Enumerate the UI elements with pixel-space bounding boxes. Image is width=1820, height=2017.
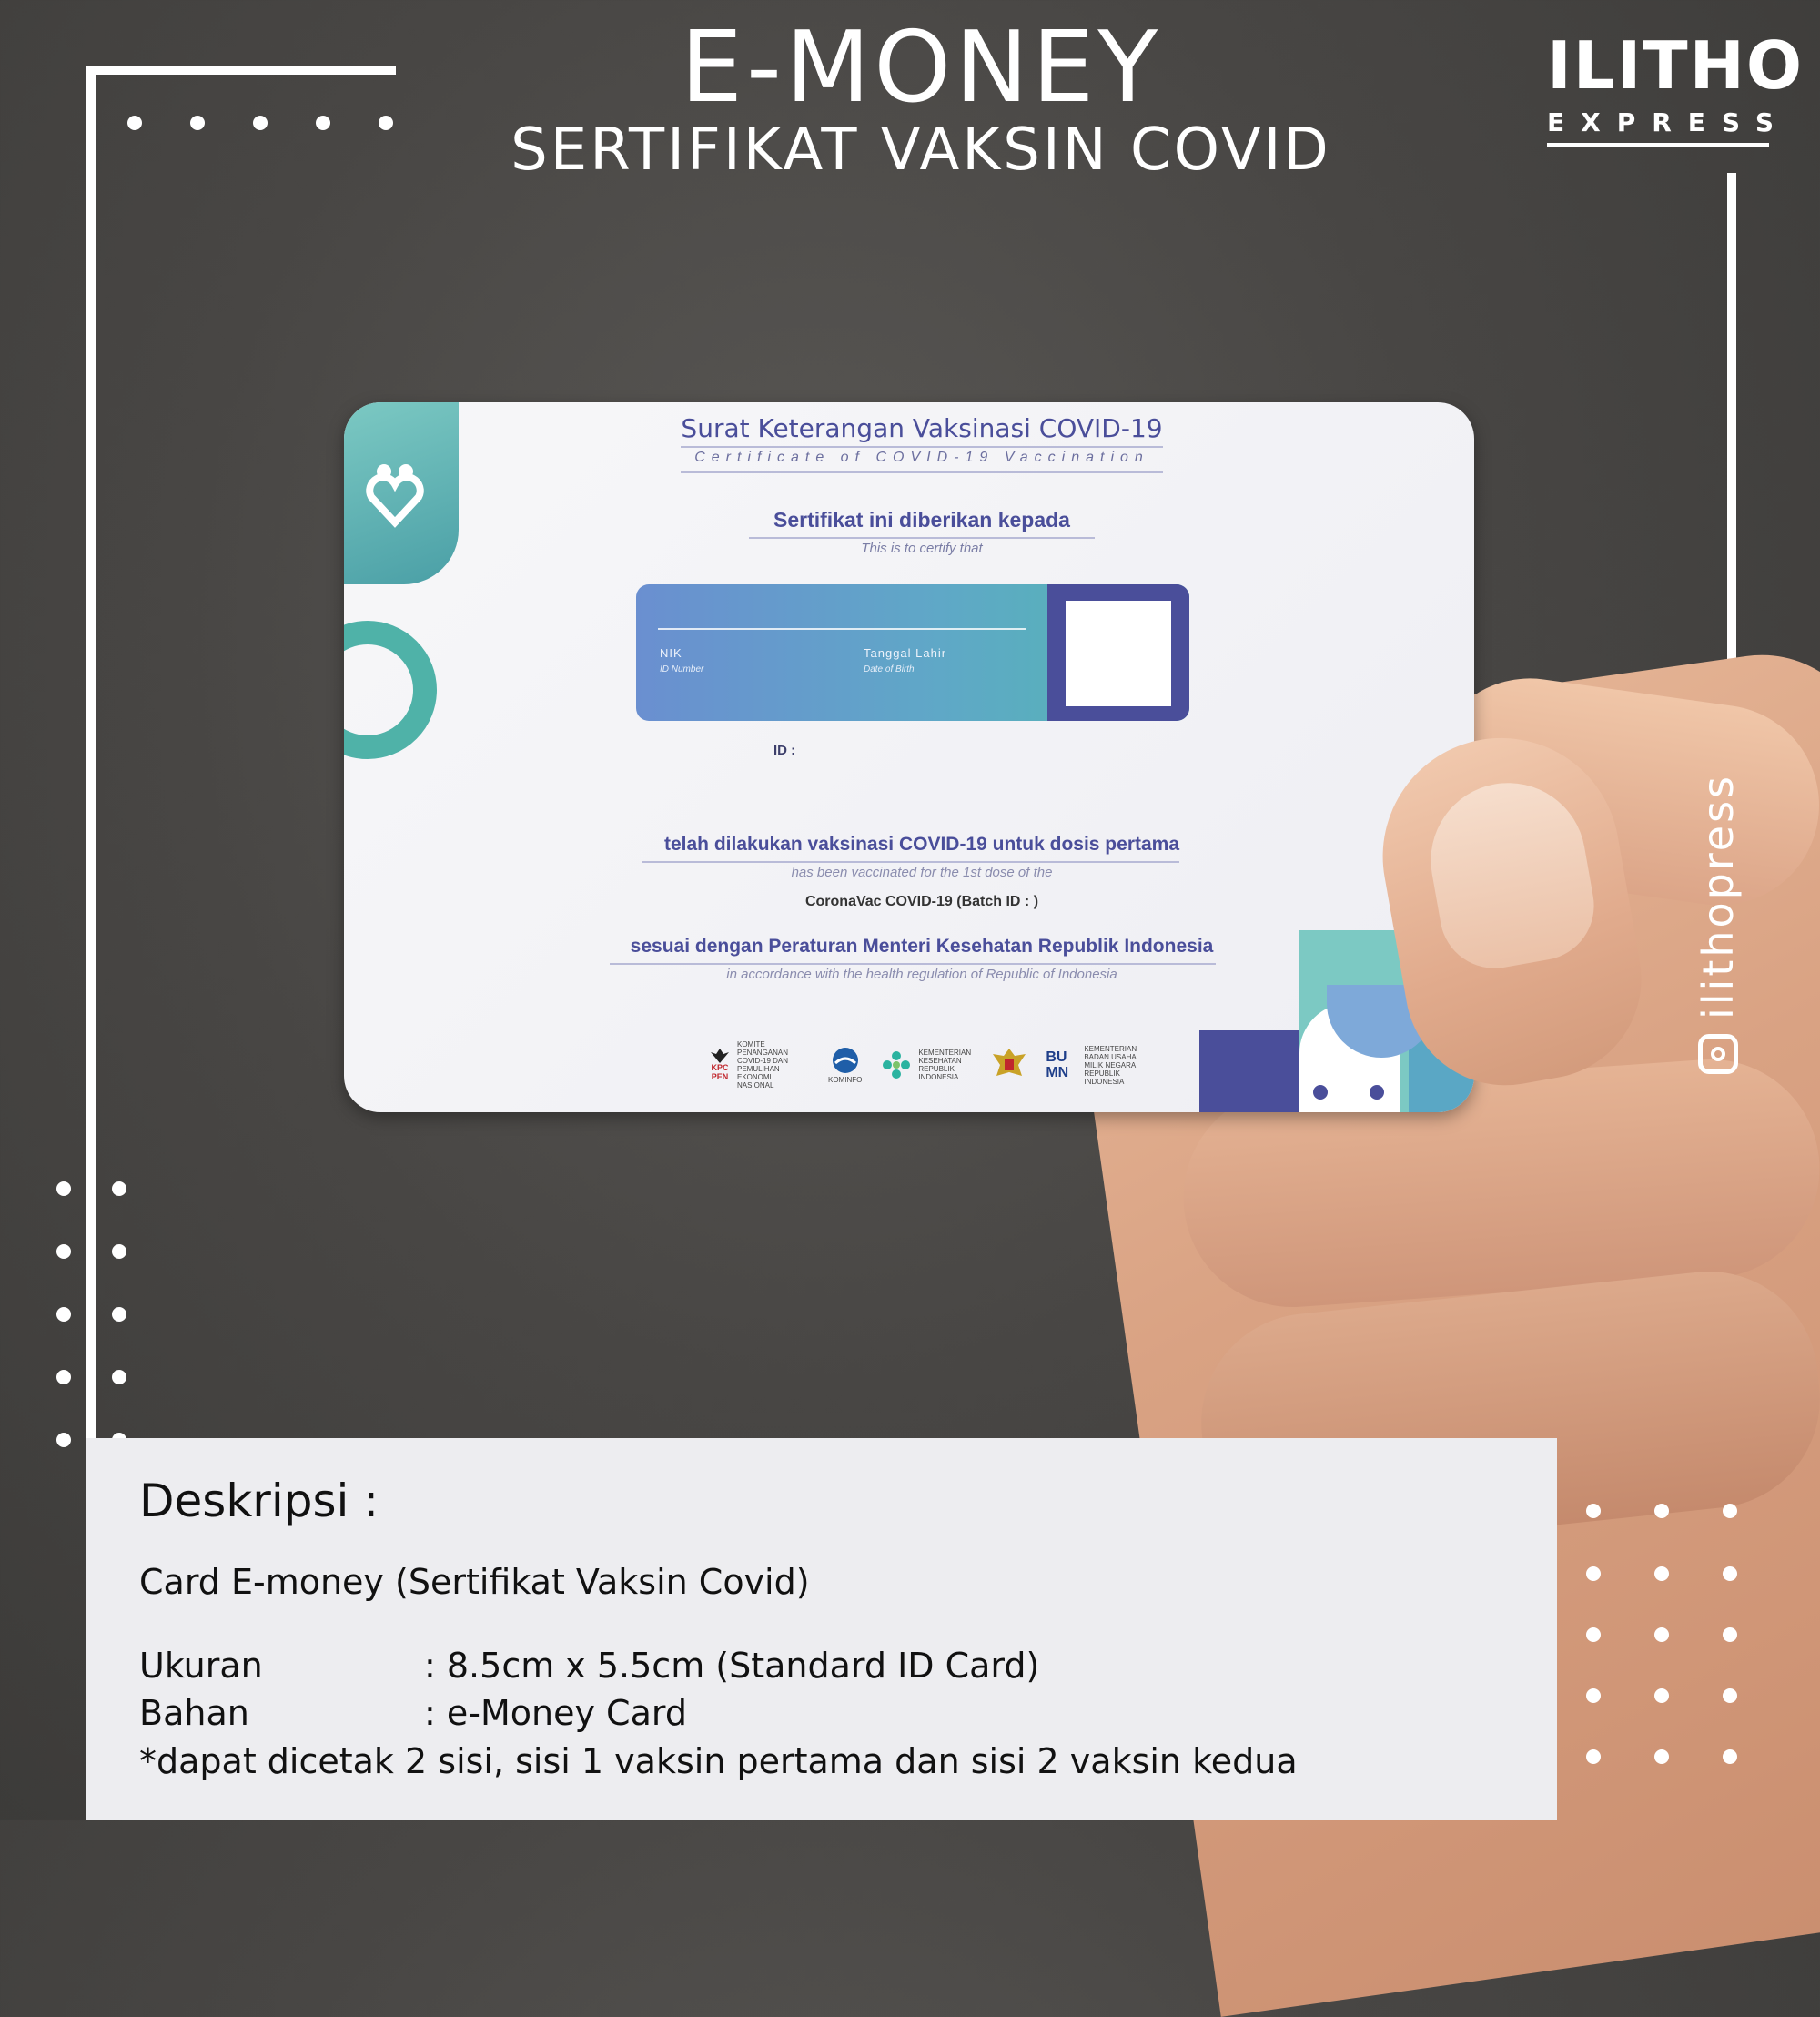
card-title: Surat Keterangan Vaksinasi COVID-19 bbox=[681, 413, 1163, 443]
decor-dot bbox=[1723, 1504, 1737, 1518]
decor-dot bbox=[1723, 1627, 1737, 1642]
vaccinated-text-en: has been vaccinated for the 1st dose of … bbox=[791, 865, 1053, 880]
card-certify: Sertifikat ini diberikan kepada bbox=[774, 508, 1070, 532]
garuda-pancasila-icon bbox=[993, 1049, 1026, 1076]
brand-underline bbox=[1547, 143, 1769, 147]
garuda-icon bbox=[711, 1049, 729, 1063]
kominfo-label: KOMINFO bbox=[828, 1075, 863, 1084]
bumn-text: KEMENTERIAN BADAN USAHA MILIK NEGARA REP… bbox=[1084, 1044, 1138, 1086]
kemenkes-icon bbox=[883, 1051, 911, 1079]
card-certify-rule bbox=[749, 537, 1095, 539]
instagram-icon bbox=[1698, 1034, 1738, 1074]
decor-dot bbox=[56, 1181, 71, 1196]
decor-dot bbox=[1586, 1688, 1601, 1703]
photo-placeholder bbox=[1066, 601, 1171, 706]
instagram-handle: ilithopress bbox=[1691, 692, 1745, 1074]
decor-dot bbox=[1723, 1749, 1737, 1764]
regulation-text-en: in accordance with the health regulation… bbox=[726, 967, 1117, 982]
decor-dot bbox=[1654, 1566, 1669, 1581]
vaccine-certificate-card: Surat Keterangan Vaksinasi COVID-19 Cert… bbox=[344, 402, 1474, 1112]
decor-dot bbox=[1586, 1749, 1601, 1764]
dob-label: Tanggal Lahir bbox=[864, 646, 947, 660]
vaccinated-rule bbox=[642, 861, 1179, 863]
kominfo-logo: KOMINFO bbox=[828, 1047, 862, 1084]
id-box: NIK ID Number Tanggal Lahir Date of Birt… bbox=[636, 584, 1189, 721]
bumn-label: BUMN bbox=[1046, 1049, 1069, 1080]
decor-dot bbox=[1654, 1504, 1669, 1518]
decor-dot bbox=[112, 1244, 126, 1259]
decor-dot bbox=[56, 1244, 71, 1259]
vaccine-batch: CoronaVac COVID-19 (Batch ID : ) bbox=[804, 894, 1039, 909]
photo-frame bbox=[1047, 584, 1189, 721]
kpcpen-text: KOMITE PENANGANAN COVID-19 DAN PEMULIHAN… bbox=[737, 1040, 789, 1090]
card-dot-decoration bbox=[1313, 1085, 1328, 1100]
bumn-logo: BUMN KEMENTERIAN BADAN USAHA MILIK NEGAR… bbox=[1046, 1045, 1138, 1086]
kominfo-icon bbox=[832, 1047, 858, 1073]
spec-row-material: Bahan : e-Money Card bbox=[139, 1693, 687, 1733]
regulation-rule bbox=[610, 963, 1216, 965]
card-title-en: Certificate of COVID-19 Vaccination bbox=[694, 450, 1149, 465]
print-note: *dapat dicetak 2 sisi, sisi 1 vaksin per… bbox=[139, 1741, 1298, 1781]
decor-dot bbox=[1654, 1749, 1669, 1764]
spec-key: Ukuran bbox=[139, 1646, 263, 1686]
dob-sublabel: Date of Birth bbox=[864, 664, 915, 674]
regulation-text: sesuai dengan Peraturan Menteri Kesehata… bbox=[630, 936, 1214, 957]
id-line: ID : bbox=[774, 743, 796, 758]
spec-value: : e-Money Card bbox=[424, 1693, 687, 1733]
kemenkes-logo: KEMENTERIAN KESEHATAN REPUBLIK INDONESIA bbox=[880, 1049, 973, 1081]
brand-tagline: EXPRESS bbox=[1547, 107, 1790, 137]
decor-dot bbox=[56, 1370, 71, 1384]
decor-dot bbox=[112, 1181, 126, 1196]
spec-value: : 8.5cm x 5.5cm (Standard ID Card) bbox=[424, 1646, 1040, 1686]
garuda-logo bbox=[991, 1047, 1027, 1083]
name-line bbox=[658, 628, 1026, 630]
card-block-decoration bbox=[1199, 1030, 1299, 1112]
decor-dot bbox=[56, 1433, 71, 1447]
card-title-rule bbox=[681, 446, 1163, 448]
card-certify-en: This is to certify that bbox=[861, 541, 983, 556]
decor-dot bbox=[112, 1370, 126, 1384]
brand-logo: ILITHO EXPRESS bbox=[1547, 27, 1802, 147]
decor-dot bbox=[1586, 1627, 1601, 1642]
card-left-ring bbox=[344, 621, 437, 759]
description-heading: Deskripsi : bbox=[139, 1475, 379, 1527]
brand-name: ILITHO bbox=[1547, 27, 1805, 104]
kemenkes-text: KEMENTERIAN KESEHATAN REPUBLIK INDONESIA bbox=[918, 1049, 972, 1081]
vaccinated-text: telah dilakukan vaksinasi COVID-19 untuk… bbox=[663, 834, 1180, 855]
decor-dot bbox=[1723, 1566, 1737, 1581]
government-logos: KPC PEN KOMITE PENANGANAN COVID-19 DAN P… bbox=[708, 1039, 1138, 1090]
decor-dot bbox=[1586, 1566, 1601, 1581]
decor-dot bbox=[56, 1307, 71, 1322]
spec-key: Bahan bbox=[139, 1693, 249, 1733]
decor-dot bbox=[1654, 1688, 1669, 1703]
decor-dot bbox=[1654, 1627, 1669, 1642]
description-panel: Deskripsi : Card E-money (Sertifikat Vak… bbox=[86, 1438, 1557, 1820]
decor-dot bbox=[1723, 1688, 1737, 1703]
kpcpen-label: KPC PEN bbox=[711, 1063, 729, 1081]
card-title-rule bbox=[681, 471, 1163, 473]
instagram-username: ilithopress bbox=[1694, 773, 1743, 1019]
nik-label: NIK bbox=[660, 646, 682, 660]
card-dot-decoration bbox=[1370, 1085, 1384, 1100]
nik-sublabel: ID Number bbox=[660, 664, 704, 674]
product-name: Card E-money (Sertifikat Vaksin Covid) bbox=[139, 1562, 810, 1602]
kpcpen-logo: KPC PEN KOMITE PENANGANAN COVID-19 DAN P… bbox=[708, 1040, 810, 1090]
decor-dot bbox=[112, 1307, 126, 1322]
spec-row-size: Ukuran : 8.5cm x 5.5cm (Standard ID Card) bbox=[139, 1646, 1039, 1686]
decor-dot bbox=[1586, 1504, 1601, 1518]
